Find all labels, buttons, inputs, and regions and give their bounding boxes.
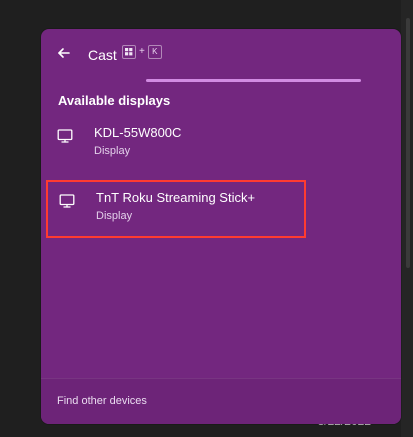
desktop-scroll-strip [401,0,413,437]
cast-panel: Cast + K Available displays KDL-55W800C … [41,29,401,424]
back-button[interactable] [52,43,76,67]
k-key-label: K [147,45,162,59]
device-type: Display [96,210,133,222]
scrollbar-thumb[interactable] [406,18,410,268]
panel-title: Cast [88,47,117,63]
cast-header: Cast + K [41,29,401,87]
device-name: TnT Roku Streaming Stick+ [96,190,256,205]
display-item-tnt-roku-streaming-stick[interactable]: TnT Roku Streaming Stick+ Display [46,180,306,238]
windows-key-icon [122,45,136,59]
monitor-icon [58,192,76,210]
shortcut-plus: + [139,46,145,57]
cast-footer: Find other devices [41,378,401,424]
device-name: KDL-55W800C [94,125,182,140]
display-item-kdl-55w800c[interactable]: KDL-55W800C Display [46,117,306,175]
find-other-devices-link[interactable]: Find other devices [57,395,147,408]
shortcut-hint: + K [122,45,162,59]
monitor-icon [56,127,74,145]
device-type: Display [94,145,131,157]
progress-bar [146,79,361,82]
back-arrow-icon [57,46,71,65]
available-displays-title: Available displays [58,93,171,108]
